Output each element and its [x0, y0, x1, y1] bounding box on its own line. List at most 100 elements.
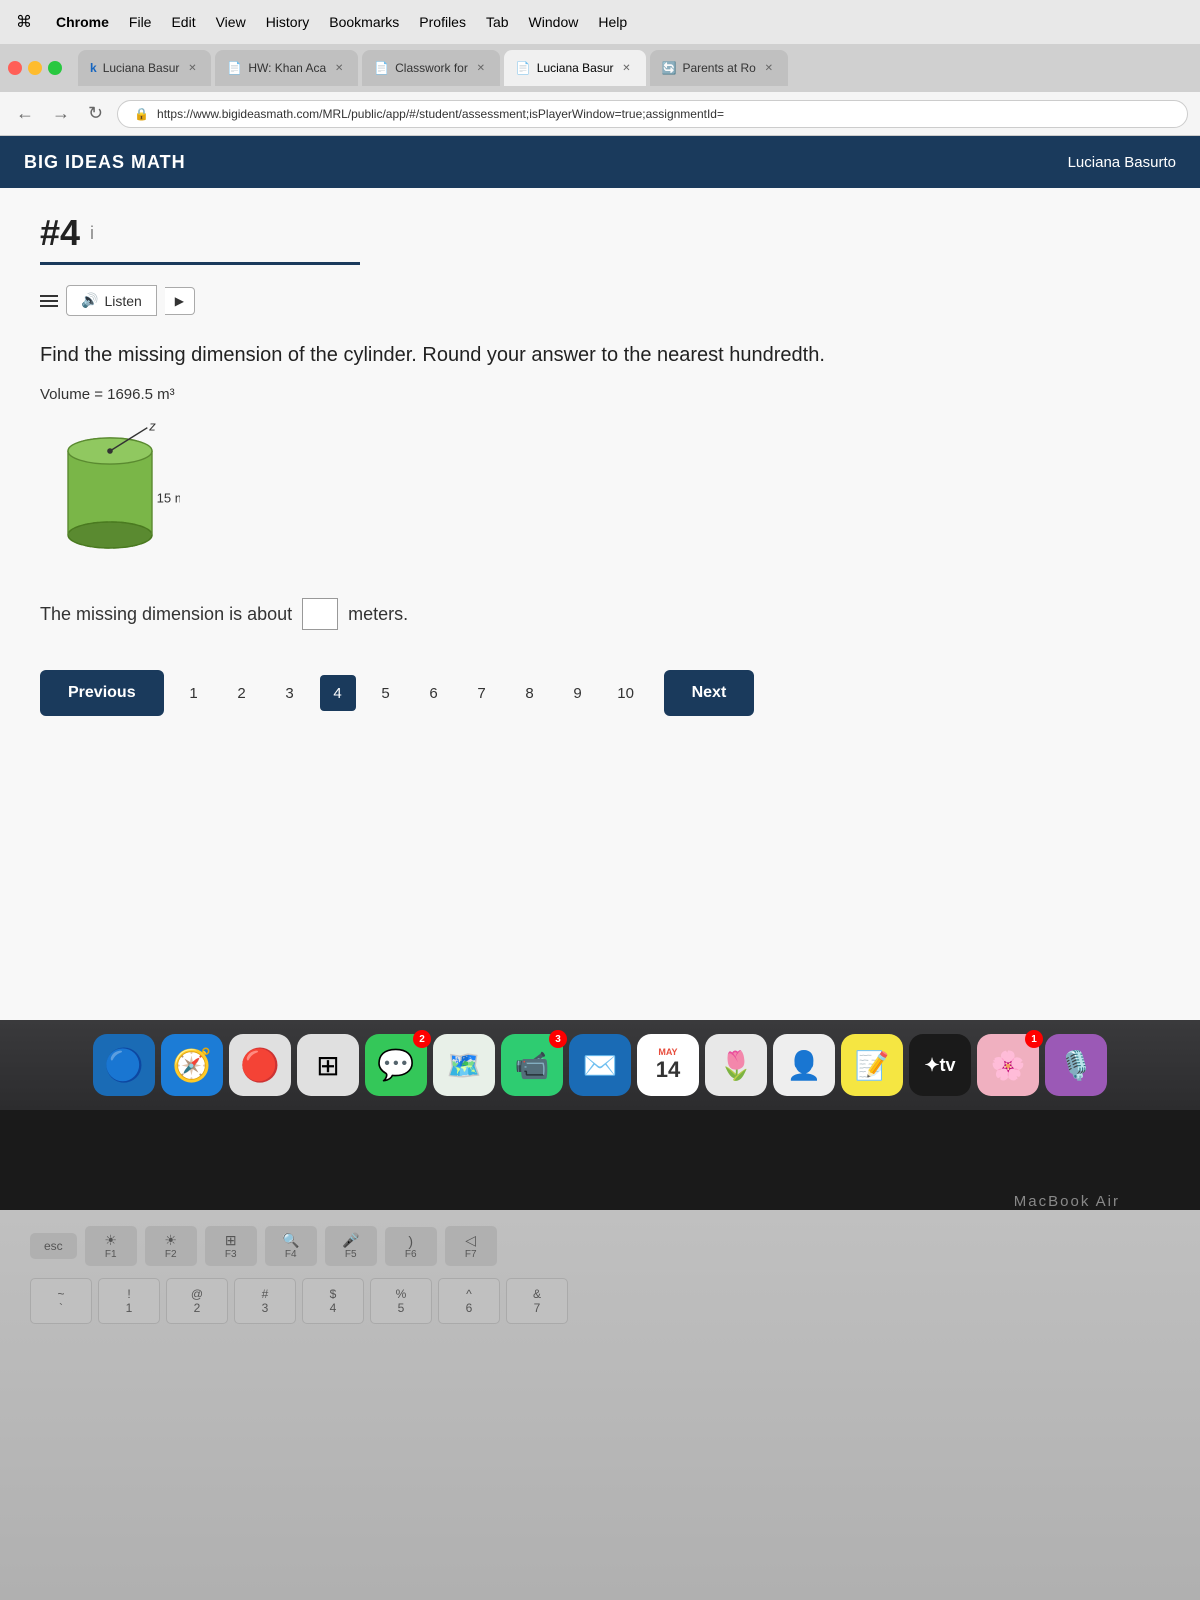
url-bar[interactable]: 🔒 https://www.bigideasmath.com/MRL/publi…	[117, 100, 1188, 128]
f3-key[interactable]: ⊞ F3	[205, 1226, 257, 1266]
back-button[interactable]: ←	[12, 99, 38, 128]
fn-row: esc ☀ F1 ☀ F2 ⊞ F3 🔍 F4 🎤 F5 ) F6 ◁ F7	[0, 1210, 1200, 1274]
dock-mail[interactable]: ✉️	[569, 1034, 631, 1096]
page-7[interactable]: 7	[464, 675, 500, 711]
1-key[interactable]: ! 1	[98, 1278, 160, 1324]
hamburger-icon[interactable]	[40, 295, 58, 307]
tab-2-close[interactable]: ✕	[332, 61, 346, 75]
answer-line: The missing dimension is about meters.	[40, 598, 1160, 630]
forward-button[interactable]: →	[48, 99, 74, 128]
dock-finder[interactable]: 🔵	[93, 1034, 155, 1096]
2-key[interactable]: @ 2	[166, 1278, 228, 1324]
f1-icon: ☀	[95, 1232, 127, 1249]
svg-text:z: z	[148, 423, 156, 433]
apple-menu[interactable]: ⌘	[16, 12, 32, 32]
page-6[interactable]: 6	[416, 675, 452, 711]
tab-4-close[interactable]: ✕	[620, 61, 634, 75]
tab-3-label: Classwork for	[395, 61, 468, 75]
dock-messages[interactable]: 💬 2	[365, 1034, 427, 1096]
tab-menu[interactable]: Tab	[486, 14, 509, 30]
question-divider	[40, 262, 360, 265]
1-bottom: 1	[126, 1301, 133, 1315]
3-key[interactable]: # 3	[234, 1278, 296, 1324]
f5-icon: 🎤	[335, 1232, 367, 1249]
page-9[interactable]: 9	[560, 675, 596, 711]
f4-label: F4	[275, 1249, 307, 1260]
answer-input-box[interactable]	[302, 598, 338, 630]
tab-1-label: Luciana Basur	[103, 61, 180, 75]
tab-1[interactable]: k Luciana Basur ✕	[78, 50, 211, 86]
7-key[interactable]: & 7	[506, 1278, 568, 1324]
tab-5-label: Parents at Ro	[682, 61, 755, 75]
file-menu[interactable]: File	[129, 14, 152, 30]
caret-top: ^	[466, 1287, 472, 1301]
f3-label: F3	[215, 1249, 247, 1260]
maximize-button[interactable]	[48, 61, 62, 75]
tab-1-close[interactable]: ✕	[185, 61, 199, 75]
dock-notes[interactable]: 📝	[841, 1034, 903, 1096]
dock-chrome[interactable]: 🔴	[229, 1034, 291, 1096]
close-button[interactable]	[8, 61, 22, 75]
5-key[interactable]: % 5	[370, 1278, 432, 1324]
f1-key[interactable]: ☀ F1	[85, 1226, 137, 1266]
play-button[interactable]: ▶	[165, 287, 195, 315]
page-5[interactable]: 5	[368, 675, 404, 711]
f7-key[interactable]: ◁ F7	[445, 1226, 497, 1266]
page-1[interactable]: 1	[176, 675, 212, 711]
esc-label: esc	[44, 1239, 63, 1253]
dock-calendar[interactable]: MAY 14	[637, 1034, 699, 1096]
history-menu[interactable]: History	[266, 14, 310, 30]
reload-button[interactable]: ↻	[84, 99, 107, 128]
4-bottom: 4	[330, 1301, 337, 1315]
6-bottom: 6	[466, 1301, 473, 1315]
page-4[interactable]: 4	[320, 675, 356, 711]
f5-key[interactable]: 🎤 F5	[325, 1226, 377, 1266]
tab-5[interactable]: 🔄 Parents at Ro ✕	[650, 50, 788, 86]
view-menu[interactable]: View	[216, 14, 246, 30]
f6-key[interactable]: ) F6	[385, 1227, 437, 1266]
chrome-menu[interactable]: Chrome	[56, 14, 109, 30]
window-menu[interactable]: Window	[529, 14, 579, 30]
f2-key[interactable]: ☀ F2	[145, 1226, 197, 1266]
dock-tv[interactable]: ✦tv	[909, 1034, 971, 1096]
info-icon[interactable]: i	[90, 223, 94, 244]
dock-launchpad[interactable]: ⊞	[297, 1034, 359, 1096]
edit-menu[interactable]: Edit	[171, 14, 195, 30]
dock-photos-app[interactable]: 🌷	[705, 1034, 767, 1096]
dock-facetime[interactable]: 📹 3	[501, 1034, 563, 1096]
dock-photos2[interactable]: 🌸 1	[977, 1034, 1039, 1096]
listen-button[interactable]: 🔊 Listen	[66, 285, 157, 316]
messages-badge: 2	[413, 1030, 431, 1048]
dock-maps[interactable]: 🗺️	[433, 1034, 495, 1096]
tab-3-close[interactable]: ✕	[474, 61, 488, 75]
address-bar: ← → ↻ 🔒 https://www.bigideasmath.com/MRL…	[0, 92, 1200, 136]
tab-4[interactable]: 📄 Luciana Basur ✕	[504, 50, 646, 86]
f4-key[interactable]: 🔍 F4	[265, 1226, 317, 1266]
help-menu[interactable]: Help	[598, 14, 627, 30]
next-button[interactable]: Next	[664, 670, 755, 716]
4-key[interactable]: $ 4	[302, 1278, 364, 1324]
previous-button[interactable]: Previous	[40, 670, 164, 716]
esc-key[interactable]: esc	[30, 1233, 77, 1259]
dock-podcasts[interactable]: 🎙️	[1045, 1034, 1107, 1096]
page-3[interactable]: 3	[272, 675, 308, 711]
percent-top: %	[396, 1287, 407, 1301]
profiles-menu[interactable]: Profiles	[419, 14, 466, 30]
page-2[interactable]: 2	[224, 675, 260, 711]
page-10[interactable]: 10	[608, 675, 644, 711]
question-text: Find the missing dimension of the cylind…	[40, 340, 1160, 370]
tab-2[interactable]: 📄 HW: Khan Aca ✕	[215, 50, 358, 86]
tab-3[interactable]: 📄 Classwork for ✕	[362, 50, 500, 86]
menu-bar: ⌘ Chrome File Edit View History Bookmark…	[0, 0, 1200, 44]
2-bottom: 2	[194, 1301, 201, 1315]
page-8[interactable]: 8	[512, 675, 548, 711]
tab-5-close[interactable]: ✕	[762, 61, 776, 75]
6-key[interactable]: ^ 6	[438, 1278, 500, 1324]
hamburger-line-3	[40, 305, 58, 307]
minimize-button[interactable]	[28, 61, 42, 75]
bookmarks-menu[interactable]: Bookmarks	[329, 14, 399, 30]
tilde-key[interactable]: ~ `	[30, 1278, 92, 1324]
dock-contacts[interactable]: 👤	[773, 1034, 835, 1096]
at-top: @	[191, 1287, 203, 1301]
dock-safari[interactable]: 🧭	[161, 1034, 223, 1096]
